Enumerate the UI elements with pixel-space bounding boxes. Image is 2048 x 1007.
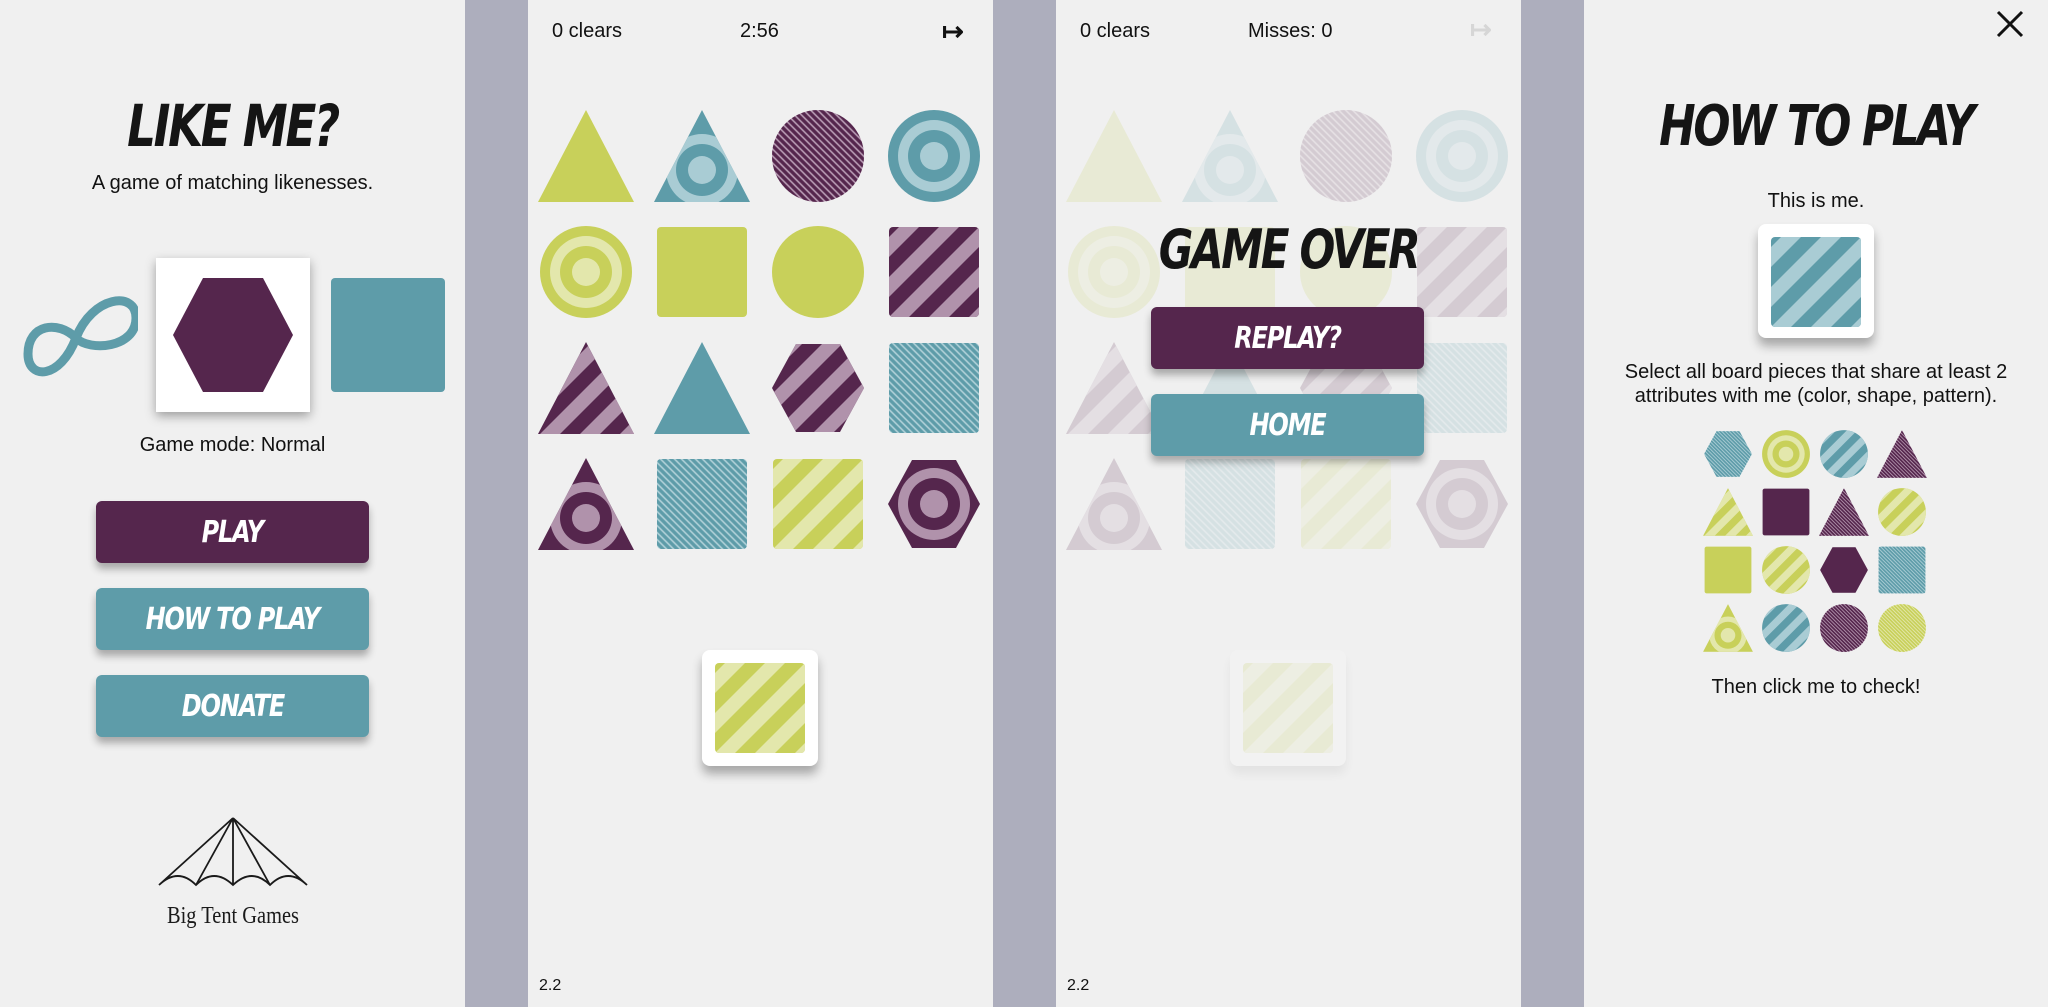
example-target-piece (1758, 224, 1874, 338)
how-to-play-screen: HOW TO PLAY This is me. Select all board… (1584, 0, 2048, 1007)
board-piece[interactable] (652, 106, 752, 206)
this-is-me-label: This is me. (1767, 190, 1865, 212)
example-board-piece (1760, 544, 1814, 598)
hexagon-icon (173, 278, 293, 392)
board-piece[interactable] (536, 222, 636, 322)
example-board-piece (1702, 486, 1756, 540)
replay-button[interactable]: REPLAY? (1151, 307, 1424, 369)
version-label: 2.2 (539, 977, 562, 994)
board-piece[interactable] (768, 106, 868, 206)
then-click-label: Then click me to check! (1711, 676, 1921, 698)
example-board-piece (1760, 428, 1814, 482)
board-piece[interactable] (536, 106, 636, 206)
board-piece[interactable] (768, 454, 868, 554)
example-board-piece (1876, 544, 1930, 598)
timer: 2:56 (740, 20, 779, 42)
clears-counter: 0 clears (1080, 20, 1151, 42)
example-target-shape (1766, 232, 1866, 332)
home-button-label: HOME (1249, 407, 1327, 443)
game-title: LIKE ME? (127, 92, 340, 160)
board-piece (1296, 106, 1396, 206)
board-piece[interactable] (652, 222, 752, 322)
example-board-piece (1818, 602, 1872, 656)
infinity-icon (23, 296, 138, 377)
play-button-label: PLAY (201, 514, 264, 550)
example-board-piece (1818, 544, 1872, 598)
how-to-play-button[interactable]: HOW TO PLAY (96, 588, 369, 650)
home-button[interactable]: HOME (1151, 394, 1424, 456)
how-to-play-button-label: HOW TO PLAY (145, 601, 321, 637)
board-piece[interactable] (536, 338, 636, 438)
example-board-piece (1818, 428, 1872, 482)
game-screen: 0 clears 2:56 ↦ 2.2 (528, 0, 993, 1007)
donate-button[interactable]: DONATE (96, 675, 369, 737)
board-piece (1180, 454, 1280, 554)
how-to-play-title: HOW TO PLAY (1659, 94, 1975, 159)
donate-button-label: DONATE (181, 688, 284, 724)
replay-button-label: REPLAY? (1234, 320, 1342, 356)
game-mode-label: Game mode: Normal (139, 434, 326, 456)
example-board (1701, 427, 1934, 657)
square-icon (331, 278, 445, 392)
instructions-text: Select all board pieces that share at le… (1624, 361, 2008, 407)
logo-text: Big Tent Games (167, 903, 299, 929)
board-piece (1296, 454, 1396, 554)
board-piece[interactable] (768, 222, 868, 322)
example-board-piece (1702, 544, 1756, 598)
game-over-title: GAME OVER (1158, 218, 1421, 281)
board-piece[interactable] (652, 454, 752, 554)
board-piece (1180, 106, 1280, 206)
board-piece (1412, 454, 1512, 554)
board-piece[interactable] (884, 338, 984, 438)
board-piece[interactable] (768, 338, 868, 438)
tent-logo-icon[interactable] (156, 815, 310, 895)
board-piece (1064, 454, 1164, 554)
board-piece[interactable] (884, 106, 984, 206)
target-piece-shape (710, 658, 810, 758)
faded-target-piece-shape (1238, 658, 1338, 758)
menu-screen: LIKE ME? A game of matching likenesses. … (0, 0, 465, 1007)
board-piece[interactable] (884, 454, 984, 554)
example-board-piece (1702, 428, 1756, 482)
example-board-piece (1818, 486, 1872, 540)
board-piece[interactable] (652, 338, 752, 438)
board-piece (1064, 338, 1164, 438)
mode-infinity-option[interactable] (18, 272, 138, 392)
app-stage: LIKE ME? A game of matching likenesses. … (0, 0, 2048, 1007)
board-piece (1064, 106, 1164, 206)
game-over-screen: 0 clears Misses: 0 ↦ GAME OVER REPLAY? H… (1056, 0, 1521, 1007)
board-piece (1412, 338, 1512, 438)
example-board-piece (1702, 602, 1756, 656)
mode-square-option[interactable] (331, 278, 445, 392)
target-piece[interactable] (702, 650, 818, 766)
example-board-piece (1876, 602, 1930, 656)
misses-counter: Misses: 0 (1248, 20, 1333, 42)
board-piece[interactable] (884, 222, 984, 322)
game-subtitle: A game of matching likenesses. (91, 172, 374, 194)
example-board-piece (1876, 428, 1930, 482)
faded-target-piece (1230, 650, 1346, 766)
board-piece[interactable] (536, 454, 636, 554)
mode-hexagon-option[interactable] (156, 258, 310, 412)
exit-arrow-icon[interactable]: ↦ (942, 16, 964, 47)
example-board-piece (1760, 602, 1814, 656)
example-board-piece (1876, 486, 1930, 540)
play-button[interactable]: PLAY (96, 501, 369, 563)
close-icon[interactable] (1992, 6, 2028, 42)
exit-arrow-icon: ↦ (1470, 14, 1492, 44)
example-board-piece (1760, 486, 1814, 540)
clears-counter: 0 clears (552, 20, 623, 42)
board-piece (1412, 106, 1512, 206)
version-label: 2.2 (1067, 977, 1090, 994)
